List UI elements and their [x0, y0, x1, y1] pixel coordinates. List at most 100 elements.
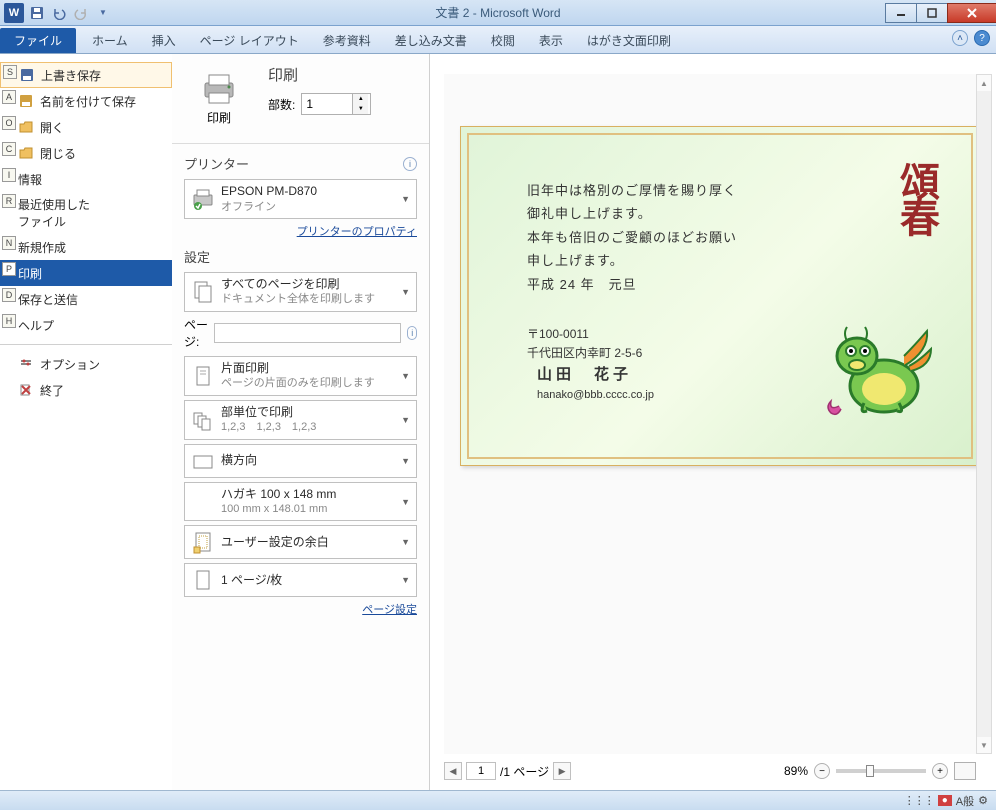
info-icon[interactable]: i [407, 326, 417, 340]
printer-heading: プリンター [184, 154, 249, 173]
scroll-up-icon[interactable]: ▲ [977, 75, 991, 91]
prev-page-button[interactable]: ◀ [444, 762, 462, 780]
nav-save[interactable]: S上書き保存 [0, 62, 172, 88]
copies-input[interactable] [302, 94, 352, 114]
dragon-image [819, 311, 939, 431]
nav-saveas[interactable]: A名前を付けて保存 [0, 88, 172, 114]
nav-exit[interactable]: 終了 [0, 377, 172, 403]
info-icon[interactable]: i [403, 157, 417, 171]
vertical-scrollbar[interactable]: ▲ ▼ [976, 74, 992, 754]
maximize-button[interactable] [916, 3, 948, 23]
word-icon: W [4, 3, 24, 23]
copies-up[interactable]: ▲ [352, 94, 368, 104]
tab-postcard[interactable]: はがき文面印刷 [575, 28, 683, 53]
open-icon [18, 119, 34, 135]
printer-selector[interactable]: EPSON PM-D870オフライン ▼ [184, 179, 417, 219]
chevron-down-icon: ▼ [401, 537, 410, 547]
copies-down[interactable]: ▼ [352, 104, 368, 114]
chevron-down-icon: ▼ [401, 287, 410, 297]
window-title: 文書 2 - Microsoft Word [435, 4, 560, 21]
page-number-input[interactable] [466, 762, 496, 780]
zoom-in-button[interactable]: + [932, 763, 948, 779]
scroll-down-icon[interactable]: ▼ [977, 737, 991, 753]
print-scope-selector[interactable]: すべてのページを印刷ドキュメント全体を印刷します ▼ [184, 272, 417, 312]
nav-share[interactable]: D保存と送信 [0, 286, 172, 312]
exit-icon [18, 382, 34, 398]
qat-undo-icon[interactable] [50, 4, 68, 22]
ime-indicator[interactable]: ⋮⋮⋮ ● A般 ⚙ [904, 793, 988, 809]
preview-pane[interactable]: 旧年中は格別のご厚情を賜り厚く 御礼申し上げます。 本年も倍旧のご愛顧のほどお願… [444, 74, 976, 754]
nav-options[interactable]: オプション [0, 351, 172, 377]
qat-save-icon[interactable] [28, 4, 46, 22]
postcard-preview: 旧年中は格別のご厚情を賜り厚く 御礼申し上げます。 本年も倍旧のご愛顧のほどお願… [460, 126, 976, 466]
collate-icon [191, 408, 215, 432]
tab-mailings[interactable]: 差し込み文書 [383, 28, 479, 53]
tab-insert[interactable]: 挿入 [140, 28, 188, 53]
print-button[interactable]: 印刷 [184, 64, 254, 133]
headline-text: 頌春 [887, 161, 945, 233]
chevron-down-icon: ▼ [401, 371, 410, 381]
copies-spinner[interactable]: ▲▼ [301, 93, 371, 115]
single-side-icon [191, 364, 215, 388]
close-button[interactable] [947, 3, 996, 23]
quick-access-toolbar: W ▼ [0, 3, 112, 23]
collate-selector[interactable]: 部単位で印刷1,2,3 1,2,3 1,2,3 ▼ [184, 400, 417, 440]
nav-info[interactable]: I情報 [0, 166, 172, 192]
help-icon[interactable]: ? [974, 30, 990, 46]
address-text: 〒100-0011 千代田区内幸町 2-5-6 山田 花子 hanako@bbb… [527, 325, 654, 405]
paper-size-selector[interactable]: ハガキ 100 x 148 mm100 mm x 148.01 mm ▼ [184, 482, 417, 522]
page-total: /1 ページ [500, 763, 549, 780]
printer-status-icon [191, 187, 215, 211]
status-bar: ⋮⋮⋮ ● A般 ⚙ [0, 790, 996, 810]
zoom-out-button[interactable]: − [814, 763, 830, 779]
nav-recent[interactable]: R最近使用した ファイル [0, 192, 172, 234]
printer-properties-link[interactable]: プリンターのプロパティ [184, 223, 417, 239]
chevron-down-icon: ▼ [401, 497, 410, 507]
tab-view[interactable]: 表示 [527, 28, 575, 53]
landscape-icon [191, 449, 215, 473]
tab-review[interactable]: 校閲 [479, 28, 527, 53]
title-bar: W ▼ 文書 2 - Microsoft Word [0, 0, 996, 26]
backstage-nav: S上書き保存 A名前を付けて保存 O開く C閉じる I情報 R最近使用した ファ… [0, 54, 172, 790]
chevron-down-icon: ▼ [401, 415, 410, 425]
print-heading: 印刷 [268, 64, 371, 85]
nav-open[interactable]: O開く [0, 114, 172, 140]
next-page-button[interactable]: ▶ [553, 762, 571, 780]
margins-icon [191, 530, 215, 554]
minimize-button[interactable] [885, 3, 917, 23]
zoom-slider[interactable] [836, 769, 926, 773]
nav-new[interactable]: N新規作成 [0, 234, 172, 260]
qat-redo-icon[interactable] [72, 4, 90, 22]
tab-layout[interactable]: ページ レイアウト [188, 28, 311, 53]
save-icon [19, 67, 35, 83]
greeting-text: 旧年中は格別のご厚情を賜り厚く 御礼申し上げます。 本年も倍旧のご愛顧のほどお願… [527, 179, 737, 296]
nav-close[interactable]: C閉じる [0, 140, 172, 166]
pages-label: ページ: [184, 316, 208, 350]
tab-references[interactable]: 参考資料 [311, 28, 383, 53]
copies-label: 部数: [268, 96, 295, 113]
qat-customize-icon[interactable]: ▼ [94, 4, 112, 22]
ribbon-minimize-icon[interactable]: ˄ [952, 30, 968, 46]
zoom-fit-button[interactable] [954, 762, 976, 780]
print-side-selector[interactable]: 片面印刷ページの片面のみを印刷します ▼ [184, 356, 417, 396]
sheets-per-page-selector[interactable]: 1 ページ/枚 ▼ [184, 563, 417, 597]
margins-selector[interactable]: ユーザー設定の余白 ▼ [184, 525, 417, 559]
chevron-down-icon: ▼ [401, 456, 410, 466]
orientation-selector[interactable]: 横方向 ▼ [184, 444, 417, 478]
print-settings-panel: 印刷 印刷 部数: ▲▼ プリンターi EPSON PM-D870オフライン ▼… [172, 54, 430, 790]
chevron-down-icon: ▼ [401, 575, 410, 585]
one-page-icon [191, 568, 215, 592]
pages-icon [191, 280, 215, 304]
nav-print[interactable]: P印刷 [0, 260, 172, 286]
settings-heading: 設定 [184, 247, 210, 266]
tab-file[interactable]: ファイル [0, 28, 76, 53]
chevron-down-icon: ▼ [401, 194, 410, 204]
nav-help[interactable]: Hヘルプ [0, 312, 172, 338]
pages-input[interactable] [214, 323, 401, 343]
options-icon [18, 356, 34, 372]
zoom-percent[interactable]: 89% [784, 764, 808, 778]
close-file-icon [18, 145, 34, 161]
tab-home[interactable]: ホーム [80, 28, 140, 53]
print-button-label: 印刷 [207, 109, 231, 126]
page-setup-link[interactable]: ページ設定 [184, 601, 417, 617]
